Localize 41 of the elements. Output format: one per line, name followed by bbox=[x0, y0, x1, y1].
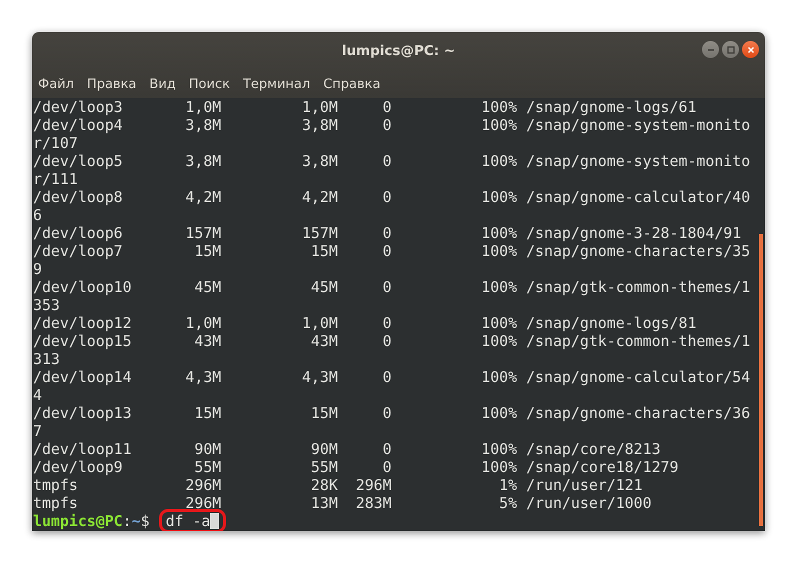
output-line: /dev/loop3 1,0M 1,0M 0 100% /snap/gnome-logs/61 bbox=[33, 98, 698, 116]
output-line: /dev/loop7 15M 15M 0 100% /snap/gnome-characters/35 bbox=[33, 242, 752, 260]
output-line: /dev/loop5 3,8M 3,8M 0 100% /snap/gnome-system-monito bbox=[33, 152, 752, 170]
output-line: /dev/loop6 157M 157M 0 100% /snap/gnome-3-28-1804/91 bbox=[33, 224, 742, 242]
output-line: /dev/loop13 15M 15M 0 100% /snap/gnome-characters/36 bbox=[33, 404, 752, 422]
output-line: /dev/loop8 4,2M 4,2M 0 100% /snap/gnome-calculator/40 bbox=[33, 188, 752, 206]
output-line: 353 bbox=[33, 296, 61, 314]
output-line: tmpfs 296M 28K 296M 1% /run/user/121 bbox=[33, 476, 644, 494]
output-line: /dev/loop11 90M 90M 0 100% /snap/core/8213 bbox=[33, 440, 662, 458]
command-text: df -a bbox=[158, 509, 226, 531]
menu-item[interactable]: Файл bbox=[38, 76, 74, 92]
minimize-button[interactable] bbox=[702, 41, 719, 58]
output-line: /dev/loop9 55M 55M 0 100% /snap/core18/1279 bbox=[33, 458, 680, 476]
output-line: 6 bbox=[33, 206, 43, 224]
output-line: r/107 bbox=[33, 134, 79, 152]
scrollbar[interactable] bbox=[759, 234, 763, 526]
output-line: /dev/loop14 4,3M 4,3M 0 100% /snap/gnome-calculator/54 bbox=[33, 368, 752, 386]
menu-item[interactable]: Справка bbox=[323, 76, 380, 92]
menu-item[interactable]: Вид bbox=[149, 76, 176, 92]
prompt-path: ~ bbox=[132, 512, 141, 530]
output-line: /dev/loop15 43M 43M 0 100% /snap/gtk-common-themes/1 bbox=[33, 332, 752, 350]
menu-item[interactable]: Правка bbox=[86, 76, 136, 92]
output-line: /dev/loop4 3,8M 3,8M 0 100% /snap/gnome-system-monito bbox=[33, 116, 752, 134]
output-line: 313 bbox=[33, 350, 61, 368]
text-cursor bbox=[210, 513, 220, 529]
menu-item[interactable]: Терминал bbox=[242, 76, 310, 92]
prompt-symbol: $ bbox=[140, 512, 150, 530]
output-line: 7 bbox=[33, 422, 43, 440]
prompt-separator: : bbox=[122, 512, 132, 530]
menu-item[interactable]: Поиск bbox=[188, 76, 230, 92]
maximize-icon bbox=[726, 44, 736, 54]
prompt-user-host: lumpics@PC bbox=[33, 512, 123, 530]
close-icon bbox=[746, 44, 756, 54]
output-line: 9 bbox=[33, 260, 43, 278]
window-title: lumpics@PC: ~ bbox=[342, 43, 456, 59]
output-line: /dev/loop12 1,0M 1,0M 0 100% /snap/gnome-logs/81 bbox=[33, 314, 698, 332]
output-line: r/111 bbox=[33, 170, 79, 188]
output-line: /dev/loop10 45M 45M 0 100% /snap/gtk-common-themes/1 bbox=[33, 278, 752, 296]
output-line: tmpfs 296M 13M 283M 5% /run/user/1000 bbox=[33, 494, 653, 512]
output-line: 4 bbox=[33, 386, 43, 404]
close-button[interactable] bbox=[742, 41, 759, 58]
